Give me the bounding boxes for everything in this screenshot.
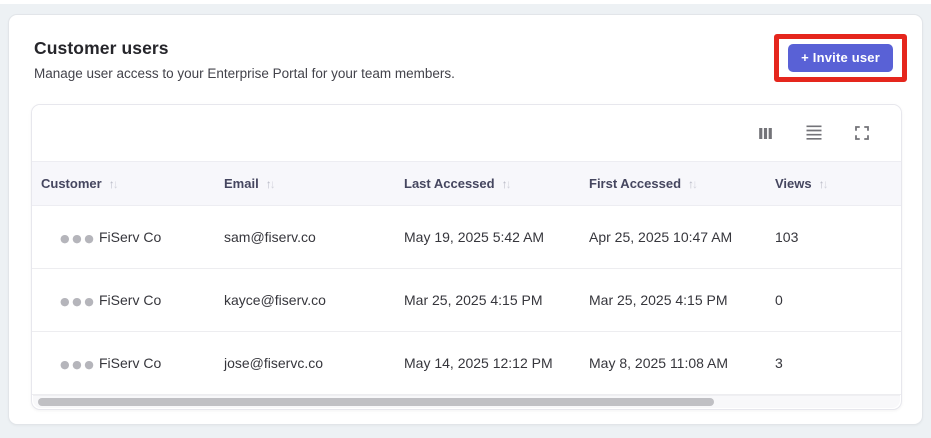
page-subtitle: Manage user access to your Enterprise Po… — [34, 66, 455, 81]
column-header-first-accessed[interactable]: First Accessed ↑ ↓ — [589, 176, 775, 191]
cell-customer: FiServ Co — [99, 292, 162, 308]
cell-first-accessed: May 8, 2025 11:08 AM — [589, 355, 729, 371]
annotation-highlight-box: + Invite user — [774, 34, 907, 82]
cell-last-accessed: May 14, 2025 12:12 PM — [404, 355, 553, 371]
cell-email: sam@fiserv.co — [224, 229, 316, 245]
users-table: Customer ↑ ↓ Email ↑ ↓ Last Accessed ↑ ↓ Fi… — [31, 104, 902, 410]
sort-icon[interactable]: ↑ ↓ — [819, 178, 829, 190]
sort-icon[interactable]: ↑ ↓ — [266, 178, 276, 190]
customer-users-card: Customer users Manage user access to you… — [8, 14, 923, 425]
sort-icon[interactable]: ↑ ↓ — [688, 178, 698, 190]
column-header-customer[interactable]: Customer ↑ ↓ — [41, 176, 224, 191]
cell-views: 103 — [775, 229, 799, 245]
row-density-button[interactable] — [802, 121, 826, 145]
cell-last-accessed: Mar 25, 2025 4:15 PM — [404, 292, 543, 308]
sort-icon[interactable]: ↑ ↓ — [109, 178, 119, 190]
table-row: ●●● FiServ Co jose@fiservc.co May 14, 20… — [32, 332, 901, 395]
row-actions-button[interactable]: ●●● — [60, 232, 96, 245]
horizontal-scrollbar[interactable] — [33, 395, 900, 408]
table-row: ●●● FiServ Co sam@fiserv.co May 19, 2025… — [32, 206, 901, 269]
invite-user-button[interactable]: + Invite user — [788, 44, 893, 72]
column-header-last-accessed[interactable]: Last Accessed ↑ ↓ — [404, 176, 589, 191]
page-title: Customer users — [34, 38, 169, 58]
card-header: Customer users Manage user access to you… — [9, 15, 922, 82]
cell-first-accessed: Apr 25, 2025 10:47 AM — [589, 229, 733, 245]
show-hide-columns-button[interactable] — [754, 122, 777, 145]
table-toolbar — [32, 105, 901, 161]
column-header-email[interactable]: Email ↑ ↓ — [224, 176, 404, 191]
top-strip — [0, 0, 931, 4]
table-header-row: Customer ↑ ↓ Email ↑ ↓ Last Accessed ↑ ↓ Fi… — [32, 161, 901, 206]
row-actions-button[interactable]: ●●● — [60, 295, 96, 308]
cell-first-accessed: Mar 25, 2025 4:15 PM — [589, 292, 728, 308]
cell-customer: FiServ Co — [99, 229, 162, 245]
table-row: ●●● FiServ Co kayce@fiserv.co Mar 25, 20… — [32, 269, 901, 332]
cell-email: kayce@fiserv.co — [224, 292, 326, 308]
horizontal-scrollbar-thumb[interactable] — [38, 398, 714, 406]
row-density-icon — [806, 125, 822, 140]
cell-last-accessed: May 19, 2025 5:42 AM — [404, 229, 545, 245]
cell-views: 0 — [775, 292, 783, 308]
fullscreen-button[interactable] — [851, 122, 873, 144]
cell-email: jose@fiservc.co — [224, 355, 324, 371]
show-hide-columns-icon — [759, 127, 772, 139]
sort-icon[interactable]: ↑ ↓ — [502, 178, 512, 190]
column-header-views[interactable]: Views ↑ ↓ — [775, 176, 901, 191]
row-actions-button[interactable]: ●●● — [60, 358, 96, 371]
cell-views: 3 — [775, 355, 783, 371]
cell-customer: FiServ Co — [99, 355, 162, 371]
fullscreen-icon — [855, 126, 869, 140]
